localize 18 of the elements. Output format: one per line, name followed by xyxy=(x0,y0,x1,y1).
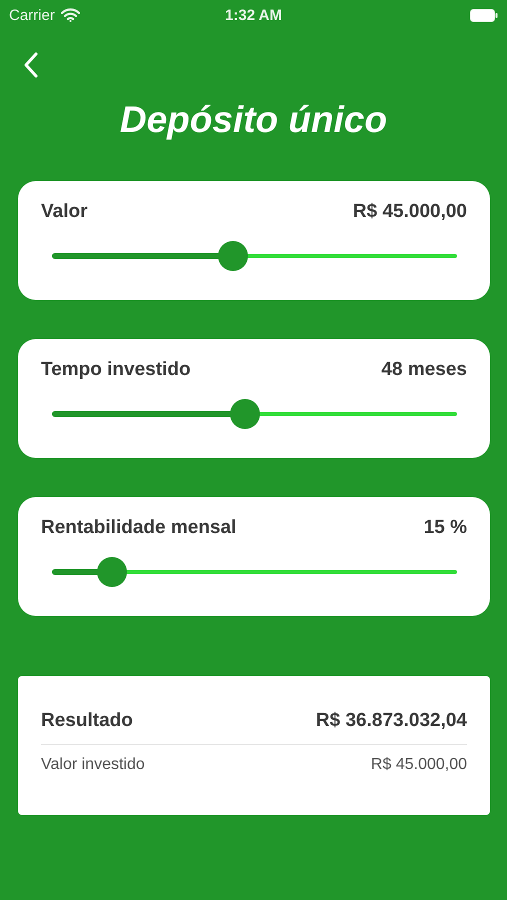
wifi-icon xyxy=(60,8,80,22)
carrier-label: Carrier xyxy=(9,6,55,24)
slider-label: Rentabilidade mensal xyxy=(41,517,236,539)
slider-value: R$ 45.000,00 xyxy=(352,201,467,223)
slider-value: 15 % xyxy=(424,517,467,539)
page-title: Depósito único xyxy=(118,99,388,141)
result-label: Resultado xyxy=(41,710,133,732)
slider-thumb[interactable] xyxy=(230,399,260,429)
invested-value: R$ 45.000,00 xyxy=(370,756,467,774)
slider-label: Valor xyxy=(41,201,88,223)
slider-label: Tempo investido xyxy=(41,359,191,381)
slider-value: 48 meses xyxy=(381,359,467,381)
battery-icon xyxy=(470,8,498,22)
clock-time: 1:32 AM xyxy=(225,6,282,24)
invested-label: Valor investido xyxy=(41,756,145,774)
slider-thumb[interactable] xyxy=(96,557,127,587)
result-value: R$ 36.873.032,04 xyxy=(316,710,467,732)
slider-thumb[interactable] xyxy=(218,241,248,271)
